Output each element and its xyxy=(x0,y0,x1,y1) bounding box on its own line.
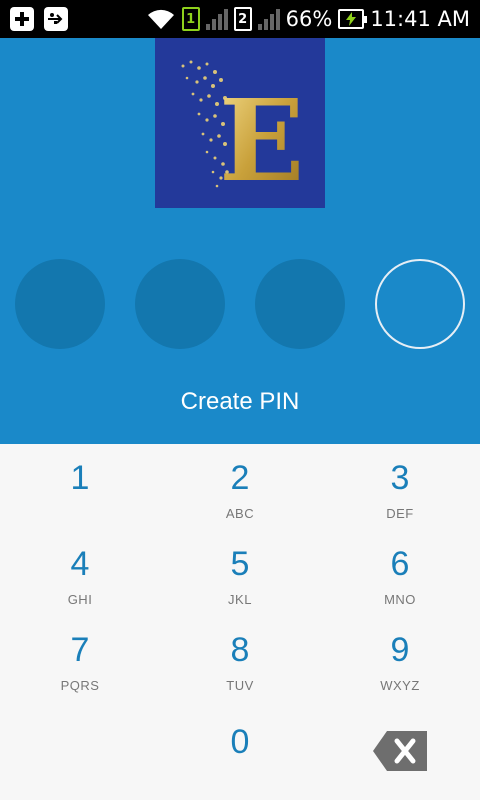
key-letters: JKL xyxy=(228,592,252,607)
signal-icon xyxy=(257,8,280,30)
key-digit: 9 xyxy=(390,631,410,669)
backspace-button[interactable] xyxy=(373,731,427,771)
sim2-icon: 2 xyxy=(233,7,252,31)
key-2[interactable]: 2 ABC xyxy=(160,444,320,530)
pin-dot-3 xyxy=(255,259,345,349)
key-digit: 1 xyxy=(70,459,90,497)
status-bar: 1 2 66% 11:41 AM xyxy=(0,0,480,38)
wifi-icon xyxy=(147,9,174,29)
key-letters: GHI xyxy=(67,592,93,607)
pin-header: E Create PIN xyxy=(0,38,480,444)
sim2-label: 2 xyxy=(238,11,248,27)
logo-graphic: E xyxy=(181,60,304,207)
add-icon xyxy=(10,7,34,31)
key-4[interactable]: 4 GHI xyxy=(0,530,160,616)
key-digit: 7 xyxy=(70,631,90,669)
key-5[interactable]: 5 JKL xyxy=(160,530,320,616)
key-7[interactable]: 7 PQRS xyxy=(0,616,160,702)
battery-charging-icon xyxy=(338,9,368,29)
pin-dot-1 xyxy=(15,259,105,349)
key-6[interactable]: 6 MNO xyxy=(320,530,480,616)
key-letters: MNO xyxy=(384,592,416,607)
backspace-icon xyxy=(373,731,427,771)
key-letters: DEF xyxy=(386,506,414,521)
key-digit: 4 xyxy=(70,545,90,583)
key-digit: 8 xyxy=(230,631,250,669)
key-letters: ABC xyxy=(225,506,255,521)
key-3[interactable]: 3 DEF xyxy=(320,444,480,530)
key-letters: TUV xyxy=(226,678,254,693)
sim1-icon: 1 xyxy=(181,7,200,31)
key-digit: 5 xyxy=(230,545,250,583)
key-0[interactable]: 0 xyxy=(160,708,320,794)
key-digit: 0 xyxy=(230,723,250,761)
key-digit: 6 xyxy=(390,545,410,583)
key-letters: WXYZ xyxy=(380,678,420,693)
prompt-title: Create PIN xyxy=(180,388,300,415)
clock: 11:41 AM xyxy=(370,7,470,31)
app-logo: E xyxy=(155,38,325,208)
usb-icon xyxy=(44,7,68,31)
numeric-keypad: 1 2 ABC 3 DEF 4 GHI 5 JKL 6 MNO 7 PQRS 8… xyxy=(0,444,480,800)
key-digit: 3 xyxy=(390,459,410,497)
key-letters: PQRS xyxy=(60,678,100,693)
key-9[interactable]: 9 WXYZ xyxy=(320,616,480,702)
pin-indicator xyxy=(15,259,465,349)
pin-dot-4 xyxy=(375,259,465,349)
key-digit: 2 xyxy=(230,459,250,497)
sim1-label: 1 xyxy=(186,11,196,27)
key-8[interactable]: 8 TUV xyxy=(160,616,320,702)
signal-icon xyxy=(205,8,228,30)
logo-letter: E xyxy=(219,76,304,207)
key-1[interactable]: 1 xyxy=(0,444,160,530)
pin-dot-2 xyxy=(135,259,225,349)
battery-percent: 66% xyxy=(285,7,333,31)
